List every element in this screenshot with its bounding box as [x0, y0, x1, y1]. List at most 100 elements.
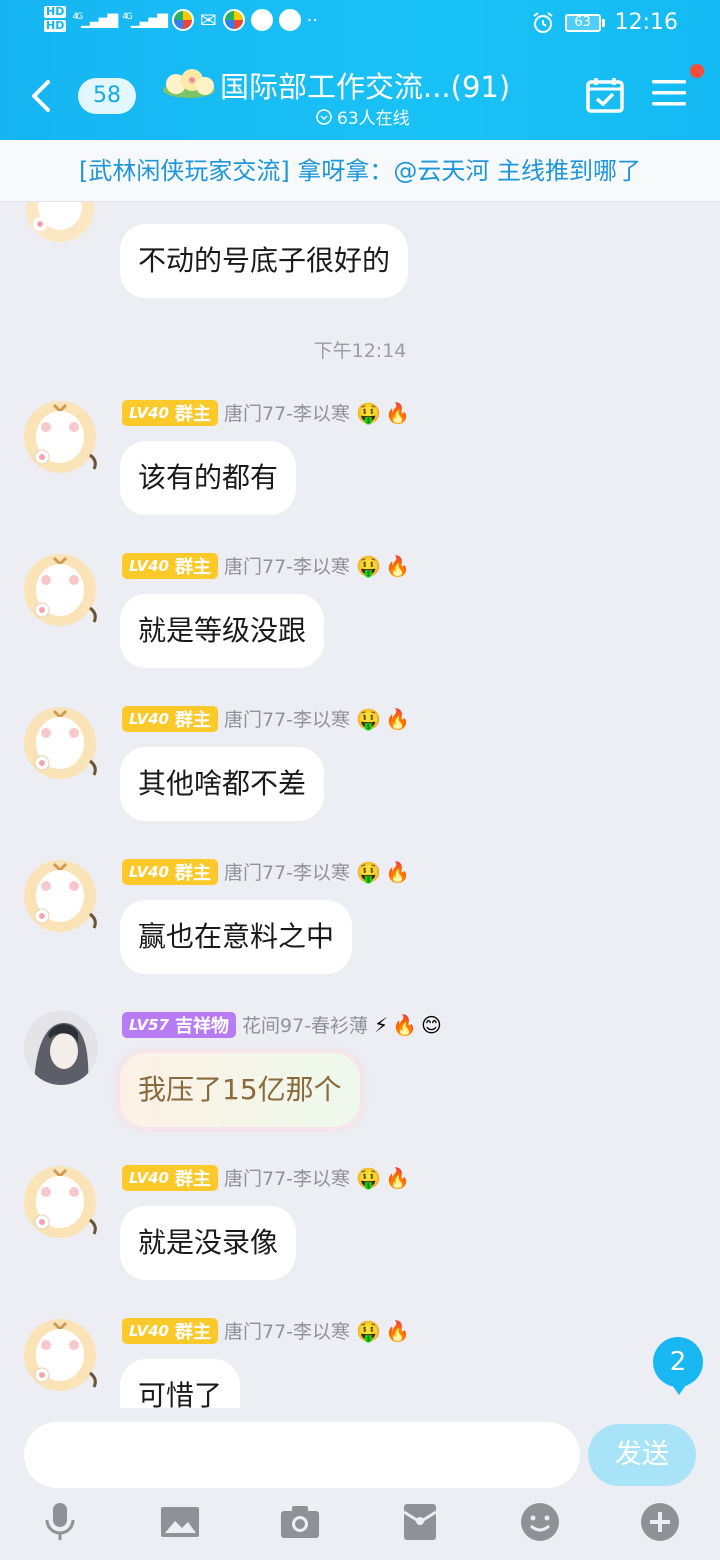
online-status[interactable]: 63人在线 — [316, 104, 410, 129]
timestamp: 下午12:14 — [313, 340, 407, 362]
sender-nickname[interactable]: 唐门77-李以寒 — [224, 399, 350, 426]
sender-nickname[interactable]: 唐门77-李以寒 — [224, 705, 350, 732]
honor-icons: 🤑 🔥 — [356, 401, 410, 425]
fire-icon: 🔥 — [384, 1318, 410, 1343]
tiger-avatar[interactable] — [18, 1311, 102, 1395]
tiger-avatar[interactable] — [18, 202, 102, 246]
fortune-god-icon: 🤑 — [356, 400, 381, 425]
menu-icon[interactable] — [652, 78, 686, 108]
tiger-avatar[interactable] — [18, 546, 102, 630]
message-list[interactable]: 不动的号底子很好的 下午12:14 LV40 群主 唐门77-李以寒 🤑 🔥 该有的… — [0, 202, 720, 1408]
status-right: 63 12:16 — [531, 10, 678, 35]
fortune-god-icon: 🤑 — [356, 706, 381, 731]
sender-meta: LV40 群主 唐门77-李以寒 🤑 🔥 — [122, 399, 410, 426]
message-bubble[interactable]: 就是等级没跟 — [120, 594, 325, 668]
fire-icon: 🔥 — [384, 1165, 410, 1190]
owner-badge: LV40 群主 — [122, 399, 218, 426]
plus-icon[interactable] — [638, 1500, 682, 1544]
fortune-god-icon: 🤑 — [356, 1318, 381, 1343]
red-packet-icon[interactable] — [398, 1500, 442, 1544]
chevron-down-icon — [316, 108, 332, 125]
owner-badge: LV40 群主 — [122, 705, 218, 732]
message-bubble[interactable]: 我压了15亿那个 — [120, 1053, 360, 1127]
chat-title[interactable]: 国际部工作交流...(91) — [220, 64, 510, 106]
sender-meta: LV40 群主 唐门77-李以寒 🤑 🔥 — [122, 1317, 410, 1344]
online-count: 63人在线 — [337, 109, 410, 129]
notification-dot — [690, 64, 704, 78]
back-icon[interactable] — [26, 76, 56, 116]
message-bubble[interactable]: 其他啥都不差 — [120, 747, 325, 821]
battery-level: 63 — [564, 13, 601, 32]
fire-icon: 🔥 — [392, 1012, 417, 1037]
sender-meta: LV40 群主 唐门77-李以寒 🤑 🔥 — [122, 858, 410, 885]
sender-meta: LV57 吉祥物 花间97-春衫薄 ⚡ 🔥 😊 — [122, 1011, 442, 1038]
owner-badge: LV40 群主 — [122, 858, 218, 885]
honor-icons: ⚡ 🔥 😊 — [374, 1013, 442, 1037]
tiger-avatar[interactable] — [18, 852, 102, 936]
honor-icons: 🤑 🔥 — [356, 554, 410, 578]
browser-icon — [250, 9, 273, 31]
app-notification-icon — [171, 9, 194, 31]
input-toolbar — [0, 1500, 720, 1556]
status-left: HD HD 4G▁▃▅▇ 4G▁▃▅▇ ✉ ·· — [44, 6, 318, 34]
fire-icon: 🔥 — [384, 400, 410, 425]
message-bubble[interactable]: 就是没录像 — [120, 1206, 297, 1280]
emoji-icon[interactable] — [518, 1500, 562, 1544]
calendar-check-icon[interactable] — [585, 76, 625, 114]
unread-count-pill[interactable]: 58 — [78, 78, 136, 114]
signal-icon-2: 4G▁▃▅▇ — [122, 11, 168, 29]
bulb-icon — [278, 9, 301, 31]
owner-badge: LV40 群主 — [122, 1164, 218, 1191]
sender-nickname[interactable]: 唐门77-李以寒 — [224, 1317, 350, 1344]
fortune-god-icon: 🤑 — [356, 553, 381, 578]
honor-icons: 🤑 🔥 — [356, 1166, 410, 1190]
sender-nickname[interactable]: 唐门77-李以寒 — [224, 1164, 350, 1191]
message-bubble[interactable]: 不动的号底子很好的 — [120, 224, 409, 298]
input-bar: 发送 — [0, 1408, 720, 1560]
owner-badge: LV40 群主 — [122, 1317, 218, 1344]
fire-icon: 🔥 — [384, 859, 410, 884]
microphone-icon[interactable] — [38, 1500, 82, 1544]
group-flair-icon — [163, 69, 215, 98]
honor-icons: 🤑 🔥 — [356, 860, 410, 884]
hd-label-1: HD — [44, 5, 67, 18]
battery-icon: 63 — [564, 13, 605, 32]
send-button[interactable]: 发送 — [588, 1424, 696, 1486]
fortune-god-icon: 🤑 — [356, 1165, 381, 1190]
fire-icon: 🔥 — [384, 706, 410, 731]
clock: 12:16 — [614, 10, 678, 35]
message-input[interactable] — [24, 1422, 580, 1488]
tiger-avatar[interactable] — [18, 393, 102, 477]
image-icon[interactable] — [158, 1500, 202, 1544]
status-bar: HD HD 4G▁▃▅▇ 4G▁▃▅▇ ✉ ·· 63 12:16 — [0, 0, 720, 50]
sender-meta: LV40 群主 唐门77-李以寒 🤑 🔥 — [122, 1164, 410, 1191]
fortune-god-icon: 🤑 — [356, 859, 381, 884]
announcement-banner[interactable]: [武林闲侠玩家交流] 拿呀拿：@云天河 主线推到哪了 — [0, 140, 720, 202]
owner-badge: LV40 群主 — [122, 552, 218, 579]
portrait-image — [24, 1011, 98, 1085]
hd-label-2: HD — [44, 19, 67, 32]
honor-icons: 🤑 🔥 — [356, 707, 410, 731]
new-messages-badge[interactable]: 2 — [653, 1337, 703, 1395]
alarm-icon — [532, 11, 553, 33]
smile-badge-icon: 😊 — [420, 1012, 442, 1037]
sender-nickname[interactable]: 唐门77-李以寒 — [224, 552, 350, 579]
mascot-badge: LV57 吉祥物 — [122, 1011, 236, 1038]
chat-header: HD HD 4G▁▃▅▇ 4G▁▃▅▇ ✉ ·· 63 12:16 58 国际部… — [0, 0, 720, 140]
signal-icon: 4G▁▃▅▇ — [72, 11, 118, 29]
app-notification-icon-2 — [222, 9, 245, 31]
sender-meta: LV40 群主 唐门77-李以寒 🤑 🔥 — [122, 552, 410, 579]
sender-nickname[interactable]: 花间97-春衫薄 — [242, 1011, 368, 1038]
user-avatar[interactable] — [24, 1011, 98, 1085]
message-bubble[interactable]: 可惜了 — [120, 1359, 241, 1408]
fire-icon: 🔥 — [384, 553, 410, 578]
message-bubble[interactable]: 该有的都有 — [120, 441, 297, 515]
camera-icon[interactable] — [278, 1500, 322, 1544]
hd-indicator: HD HD — [44, 5, 67, 34]
tiger-avatar[interactable] — [18, 1158, 102, 1242]
message-bubble[interactable]: 赢也在意料之中 — [120, 900, 353, 974]
sender-nickname[interactable]: 唐门77-李以寒 — [224, 858, 350, 885]
lightning-icon: ⚡ — [374, 1012, 389, 1037]
tiger-avatar[interactable] — [18, 699, 102, 783]
more-dots: ·· — [306, 9, 319, 31]
